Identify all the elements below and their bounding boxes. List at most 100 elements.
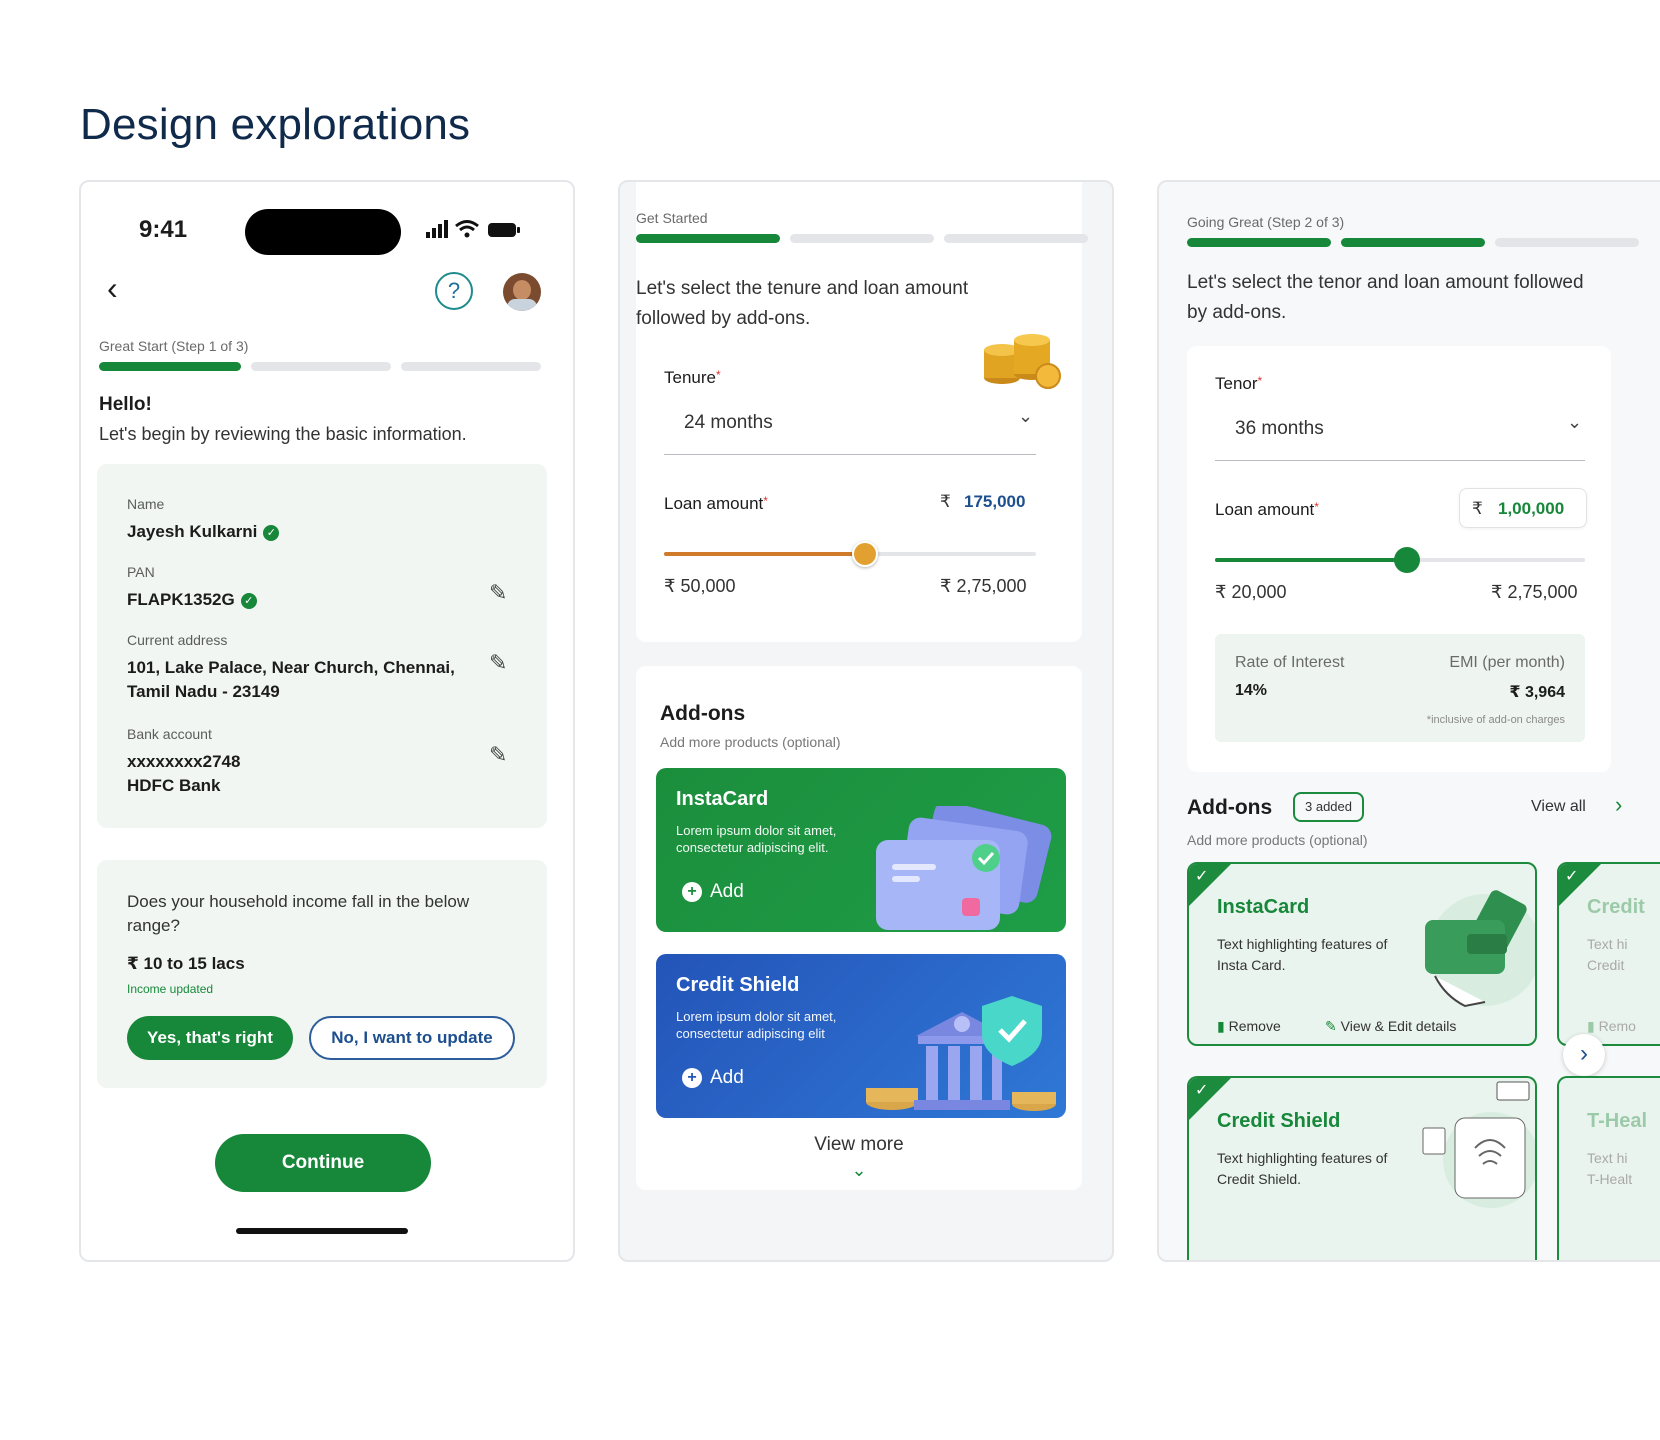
tenure-label-text: Tenure: [664, 368, 716, 387]
credit-shield-add-button[interactable]: + Add: [682, 1067, 744, 1089]
bank-name: HDFC Bank: [127, 776, 221, 795]
coins-icon: [980, 330, 1064, 395]
add-label: Add: [710, 1067, 744, 1088]
tenor-value[interactable]: 36 months: [1235, 418, 1324, 440]
loan-label-text: Loan amount: [664, 494, 764, 513]
instacard-desc-2: Insta Card.: [1217, 957, 1286, 973]
instacard-title: InstaCard: [676, 788, 769, 810]
step-label: Great Start (Step 1 of 3): [99, 338, 249, 354]
help-icon[interactable]: ?: [435, 272, 473, 310]
instacard-addon-card[interactable]: InstaCard Lorem ipsum dolor sit amet, con…: [656, 768, 1066, 932]
pencil-icon: ✎: [1325, 1018, 1337, 1034]
loan-value[interactable]: 175,000: [964, 492, 1025, 512]
loan-amount-input[interactable]: ₹ 1,00,000: [1459, 488, 1587, 528]
update-button[interactable]: No, I want to update: [309, 1016, 515, 1060]
required-mark: *: [763, 494, 768, 508]
slider-max: ₹ 2,75,000: [940, 576, 1027, 596]
page-title: Design explorations: [80, 100, 471, 149]
name-text: Jayesh Kulkarni: [127, 522, 258, 541]
home-indicator: [236, 1228, 408, 1234]
tenure-label: Tenure*: [664, 368, 721, 388]
peek-2-title: T-Heal: [1587, 1110, 1648, 1132]
peek-card-2[interactable]: T-Heal Text hi T-Healt: [1557, 1076, 1660, 1260]
fingerprint-illustration-icon: [1422, 1081, 1535, 1208]
addons-title: Add-ons: [1187, 796, 1273, 819]
tenure-underline: [664, 454, 1036, 455]
required-mark: *: [1314, 500, 1319, 514]
slider-min: ₹ 20,000: [1215, 582, 1287, 602]
instacard-selected-card[interactable]: ✓ InstaCard Text highlighting features o…: [1187, 862, 1537, 1046]
loan-label: Loan amount*: [664, 494, 768, 514]
view-more-link[interactable]: View more: [636, 1134, 1082, 1156]
remove-button[interactable]: ▮ Remove: [1217, 1018, 1281, 1035]
chevron-down-icon[interactable]: ⌄: [636, 1160, 1082, 1181]
signal-wifi-battery-icon: [426, 218, 526, 245]
chevron-down-icon[interactable]: ⌄: [1018, 406, 1033, 427]
trash-icon: ▮: [1217, 1018, 1225, 1034]
wallet-illustration-icon: [1425, 890, 1535, 1008]
rupee-icon: ₹: [940, 492, 951, 511]
credit-shield-title: Credit Shield: [676, 974, 800, 996]
peek-1-desc-1: Text hi: [1587, 936, 1628, 952]
chevron-down-icon[interactable]: ⌄: [1567, 412, 1582, 433]
verified-icon: ✓: [240, 592, 257, 609]
intro-line-2: by add-ons.: [1187, 302, 1287, 323]
loan-slider-handle[interactable]: [1394, 547, 1421, 573]
check-icon: ✓: [1195, 868, 1209, 885]
tenure-value[interactable]: 24 months: [684, 412, 773, 434]
check-icon: ✓: [1565, 868, 1579, 885]
view-all-link[interactable]: View all: [1531, 798, 1586, 816]
cards-illustration-icon: [876, 806, 1052, 930]
progress-step-2: [1341, 238, 1485, 247]
credit-shield-selected-card[interactable]: ✓ Credit Shield Text highlighting featur…: [1187, 1076, 1537, 1260]
instacard-add-button[interactable]: + Add: [682, 881, 744, 903]
roi-label: Rate of Interest: [1235, 654, 1345, 671]
addons-subtitle: Add more products (optional): [660, 734, 841, 750]
progress-step-1: [636, 234, 780, 243]
pan-label: PAN: [127, 564, 155, 580]
instacard-desc-1: Lorem ipsum dolor sit amet,: [676, 823, 837, 838]
progress-step-2: [251, 362, 391, 371]
income-question-2: range?: [127, 916, 180, 935]
instacard-desc-1: Text highlighting features of: [1217, 936, 1388, 952]
emi-label: EMI (per month): [1449, 654, 1565, 671]
intro-line-1: Let's select the tenor and loan amount f…: [1187, 272, 1584, 293]
back-icon[interactable]: ‹: [107, 270, 118, 307]
addons-subtitle: Add more products (optional): [1187, 832, 1368, 848]
screen-basic-info: 9:41 ‹ ? Great Start (Step 1 of 3) Hello…: [79, 180, 575, 1262]
screen-loan-addons: Going Great (Step 2 of 3) Let's select t…: [1157, 180, 1660, 1262]
greeting: Hello!: [99, 394, 152, 415]
peek-1-remove: ▮ Remo: [1587, 1018, 1636, 1035]
carousel-next-icon[interactable]: ›: [1563, 1034, 1605, 1076]
intro-line-1: Let's select the tenure and loan amount: [636, 278, 969, 299]
progress-step-1: [99, 362, 241, 371]
avatar[interactable]: [503, 273, 541, 311]
intro-line-2: followed by add-ons.: [636, 308, 811, 329]
credit-shield-desc-2: Credit Shield.: [1217, 1171, 1302, 1187]
view-edit-button[interactable]: ✎ View & Edit details: [1325, 1018, 1456, 1035]
income-value: ₹ 10 to 15 lacs: [127, 954, 245, 973]
loan-label-text: Loan amount: [1215, 500, 1315, 519]
slider-max: ₹ 2,75,000: [1491, 582, 1578, 602]
trash-icon: ▮: [1587, 1018, 1595, 1034]
credit-shield-desc-1: Text highlighting features of: [1217, 1150, 1388, 1166]
peek-card-1[interactable]: ✓ Credit Text hi Credit ▮ Remo: [1557, 862, 1660, 1046]
continue-button[interactable]: Continue: [215, 1134, 431, 1192]
yes-button[interactable]: Yes, that's right: [127, 1016, 293, 1060]
edit-pan-icon[interactable]: ✎: [489, 580, 507, 606]
credit-shield-addon-card[interactable]: Credit Shield Lorem ipsum dolor sit amet…: [656, 954, 1066, 1118]
progress-step-3: [1495, 238, 1639, 247]
addons-title: Add-ons: [660, 702, 746, 725]
chevron-right-icon[interactable]: ›: [1615, 792, 1622, 818]
basic-info-panel: Name Jayesh Kulkarni ✓ PAN FLAPK1352G ✓ ✎ …: [97, 464, 547, 828]
progress-step-3: [401, 362, 541, 371]
screen-loan-selection: Get Started Let's select the tenure and …: [618, 180, 1114, 1262]
loan-label: Loan amount*: [1215, 500, 1319, 520]
loan-slider-fill: [1215, 558, 1408, 562]
tenor-label: Tenor*: [1215, 374, 1262, 394]
emi-value: ₹ 3,964: [1509, 684, 1565, 701]
loan-slider-handle[interactable]: [851, 541, 878, 567]
name-label: Name: [127, 496, 165, 512]
edit-bank-icon[interactable]: ✎: [489, 742, 507, 768]
edit-address-icon[interactable]: ✎: [489, 650, 507, 676]
